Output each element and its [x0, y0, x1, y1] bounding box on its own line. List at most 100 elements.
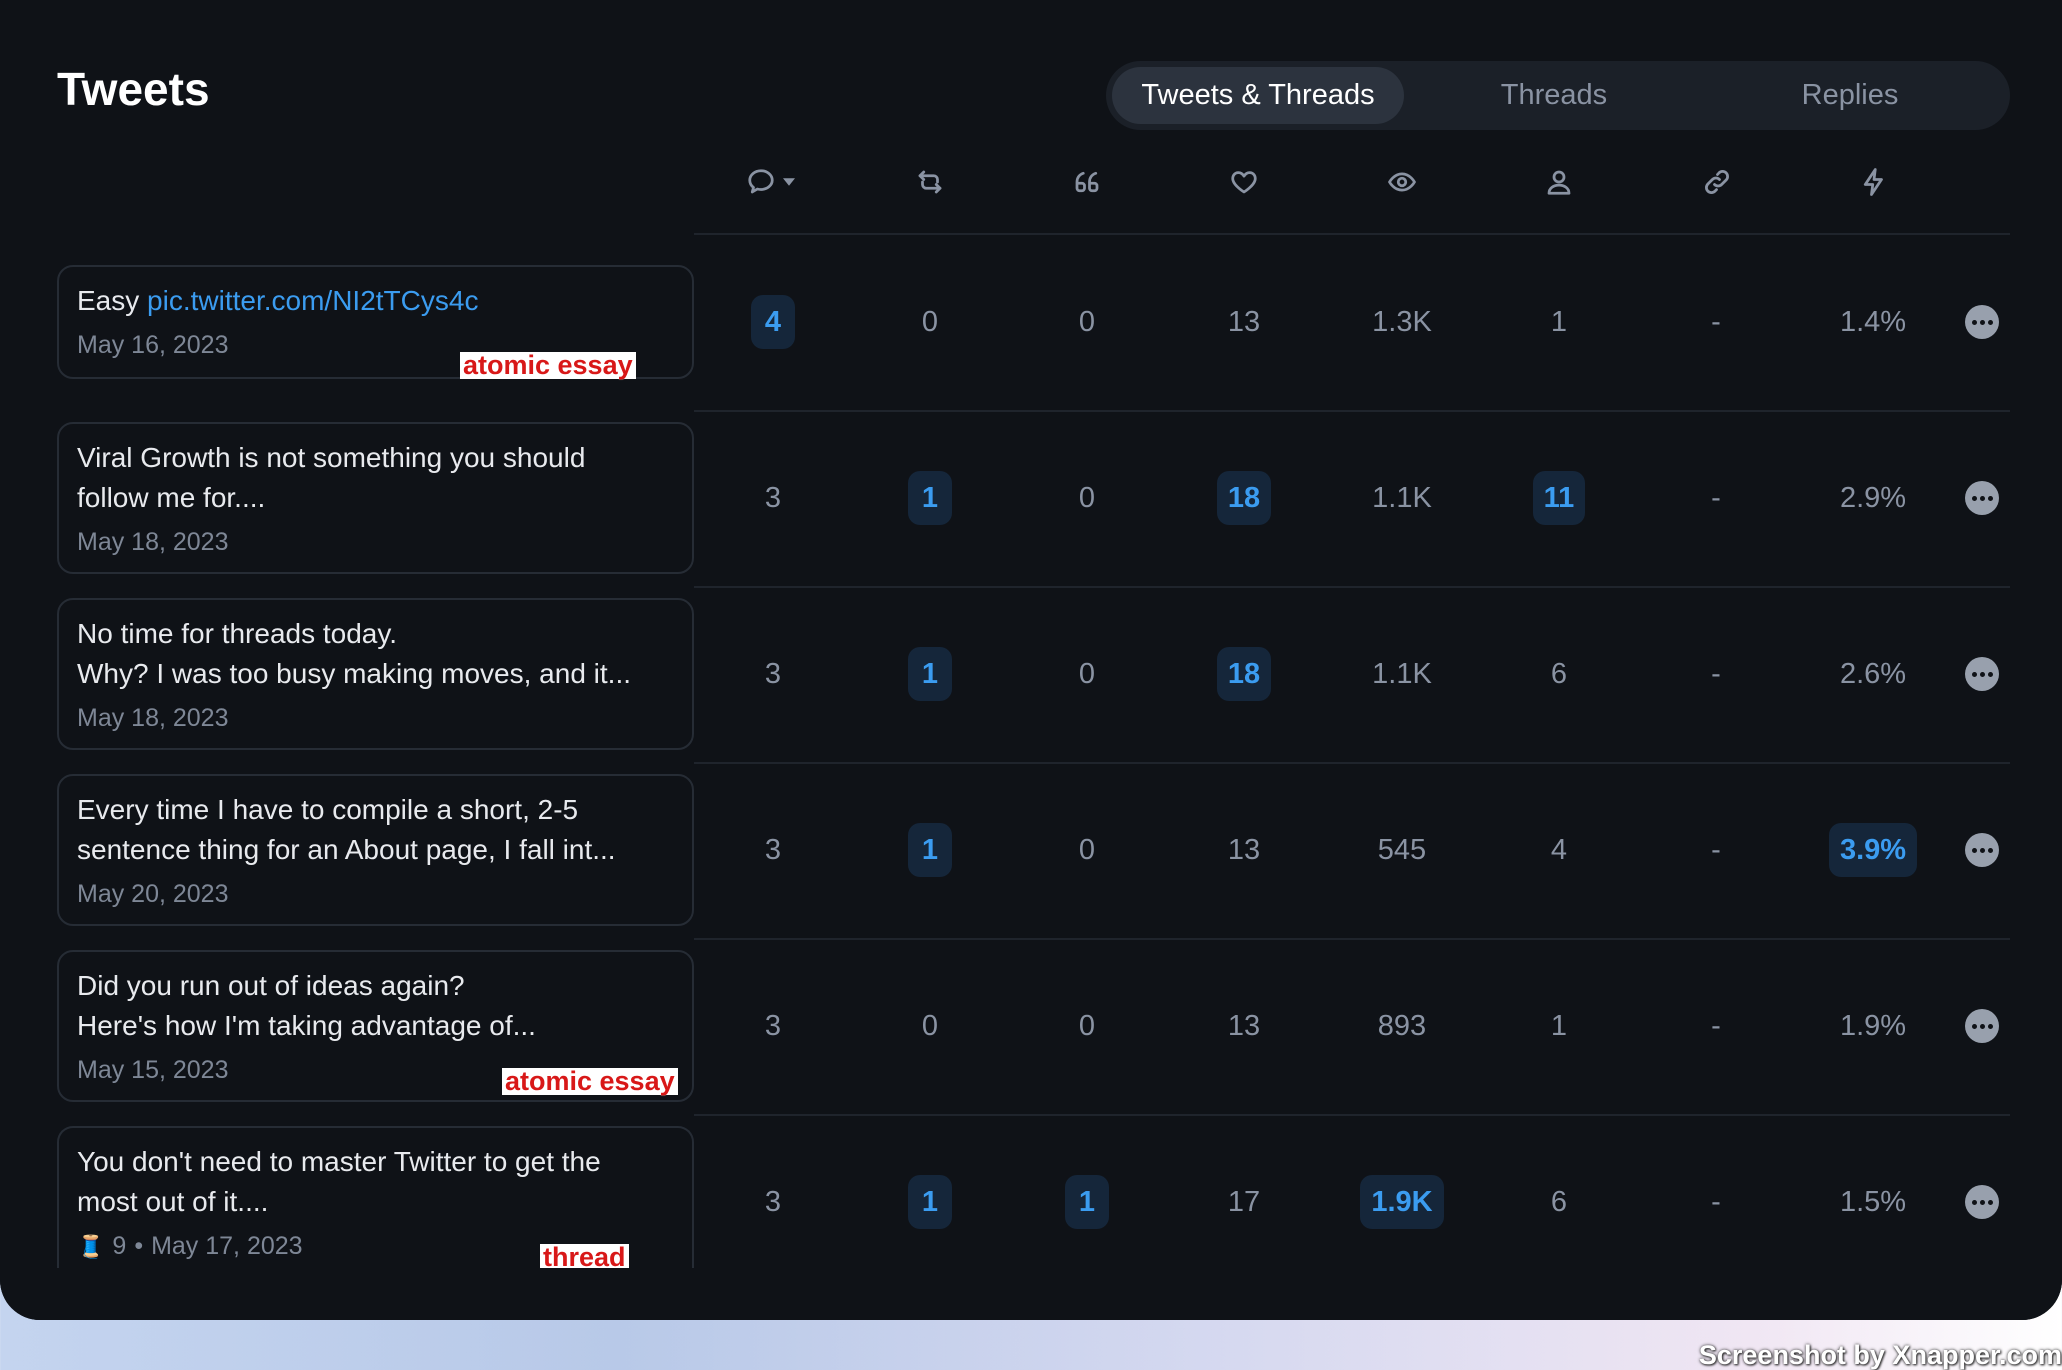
- annotation-tag: atomic essay: [502, 1068, 678, 1095]
- divider: [694, 762, 2010, 764]
- engagement-header: [1844, 166, 1904, 198]
- quotes-count-value: 0: [1078, 305, 1096, 338]
- likes-count-value: 13: [1227, 833, 1261, 866]
- quotes-count: 1: [1037, 1175, 1137, 1229]
- likes-count: 13: [1194, 823, 1294, 877]
- more-options-icon[interactable]: [1965, 305, 1999, 339]
- impressions-count-value: 1.1K: [1372, 657, 1432, 690]
- engagement-rate: 1.5%: [1823, 1175, 1923, 1229]
- divider: [694, 586, 2010, 588]
- retweets-count-value: 1: [908, 647, 952, 701]
- watermark: Screenshot by Xnapper.com: [1698, 1340, 2062, 1370]
- tweet-card[interactable]: Viral Growth is not something you should…: [57, 422, 694, 574]
- dot: [1979, 847, 1985, 853]
- link-clicks-header: [1687, 166, 1747, 198]
- retweets-count: 0: [880, 999, 980, 1053]
- profile-visits-count-value: 11: [1532, 471, 1586, 525]
- quotes-count: 0: [1037, 823, 1137, 877]
- tweet-link[interactable]: pic.twitter.com/NI2tTCys4c: [147, 285, 478, 316]
- replies-count-value: 3: [764, 1009, 782, 1042]
- quotes-count-value: 0: [1078, 833, 1096, 866]
- replies-count-value: 3: [764, 657, 782, 690]
- heart-icon: [1231, 171, 1257, 194]
- impressions-count: 1.1K: [1352, 647, 1452, 701]
- tab-tweets-threads[interactable]: Tweets & Threads: [1112, 67, 1404, 124]
- link-clicks-count: -: [1666, 647, 1766, 701]
- likes-count-value: 13: [1227, 1009, 1261, 1042]
- dot: [1971, 671, 1977, 677]
- retweets-count: 1: [880, 1175, 980, 1229]
- replies-sort-header[interactable]: [742, 166, 802, 198]
- retweets-count: 0: [880, 295, 980, 349]
- more-options-icon[interactable]: [1965, 1009, 1999, 1043]
- divider: [694, 938, 2010, 940]
- more-options-icon[interactable]: [1965, 1185, 1999, 1219]
- profile-visits-count-value: 6: [1550, 1185, 1568, 1218]
- retweets-count: 1: [880, 647, 980, 701]
- dot: [1971, 1023, 1977, 1029]
- profile-visits-count: 6: [1509, 1175, 1609, 1229]
- more-options-icon[interactable]: [1965, 481, 1999, 515]
- profile-visits-count: 4: [1509, 823, 1609, 877]
- quotes-count-value: 0: [1078, 1009, 1096, 1042]
- dot: [1979, 1023, 1985, 1029]
- dot: [1971, 847, 1977, 853]
- bolt-icon: [1863, 168, 1883, 196]
- dot: [1979, 671, 1985, 677]
- dot: [1971, 495, 1977, 501]
- more-options-icon[interactable]: [1965, 657, 1999, 691]
- retweets-count-value: 0: [921, 1009, 939, 1042]
- divider: [694, 1114, 2010, 1116]
- impressions-count-value: 1.9K: [1360, 1175, 1444, 1229]
- link-clicks-count: -: [1666, 471, 1766, 525]
- tweet-text: Easy pic.twitter.com/NI2tTCys4c: [77, 285, 479, 316]
- tweet-date: May 15, 2023: [77, 1056, 229, 1084]
- retweets-count: 1: [880, 471, 980, 525]
- dot: [1979, 495, 1985, 501]
- engagement-rate-value: 1.5%: [1839, 1185, 1907, 1218]
- profile-visits-count: 1: [1509, 999, 1609, 1053]
- retweets-count-value: 1: [908, 823, 952, 877]
- tweets-panel: Tweets Tweets & Threads Threads Replies …: [0, 0, 2062, 1320]
- profile-visits-header: [1529, 166, 1589, 198]
- tweet-date: May 17, 2023: [151, 1232, 303, 1260]
- likes-count: 18: [1194, 471, 1294, 525]
- tweet-text: You don't need to master Twitter to get …: [77, 1146, 601, 1217]
- link-clicks-count: -: [1666, 1175, 1766, 1229]
- more-options-icon[interactable]: [1965, 833, 1999, 867]
- profile-visits-count: 1: [1509, 295, 1609, 349]
- likes-count-value: 13: [1227, 305, 1261, 338]
- replies-count-value: 3: [764, 481, 782, 514]
- link-clicks-count: -: [1666, 823, 1766, 877]
- quotes-count-value: 0: [1078, 481, 1096, 514]
- tweet-text: Did you run out of ideas again? Here's h…: [77, 970, 536, 1041]
- tweet-date: May 18, 2023: [77, 528, 229, 556]
- tweet-card[interactable]: Every time I have to compile a short, 2-…: [57, 774, 694, 926]
- impressions-count: 545: [1352, 823, 1452, 877]
- annotation-tag: thread: [540, 1244, 629, 1271]
- link-icon: [1705, 170, 1729, 194]
- tab-replies[interactable]: Replies: [1704, 67, 1996, 124]
- dot: [1987, 1023, 1993, 1029]
- dot: [1987, 1199, 1993, 1205]
- retweets-count-value: 1: [908, 471, 952, 525]
- retweets-header: [900, 166, 960, 198]
- quotes-header: [1057, 166, 1117, 198]
- quote-icon: [1075, 171, 1099, 193]
- dot: [1971, 319, 1977, 325]
- likes-count-value: 18: [1216, 647, 1272, 701]
- replies-count: 3: [723, 1175, 823, 1229]
- annotation-tag: atomic essay: [460, 352, 636, 379]
- dot: [1979, 319, 1985, 325]
- tweet-card[interactable]: No time for threads today. Why? I was to…: [57, 598, 694, 750]
- retweets-count: 1: [880, 823, 980, 877]
- likes-count: 18: [1194, 647, 1294, 701]
- dot: [1979, 1199, 1985, 1205]
- tab-threads[interactable]: Threads: [1408, 67, 1700, 124]
- impressions-count-value: 1.1K: [1372, 481, 1432, 514]
- replies-count: 3: [723, 999, 823, 1053]
- comment-icon: [748, 169, 774, 194]
- tweet-date: May 16, 2023: [77, 331, 229, 359]
- replies-count-value: 3: [764, 1185, 782, 1218]
- impressions-count: 893: [1352, 999, 1452, 1053]
